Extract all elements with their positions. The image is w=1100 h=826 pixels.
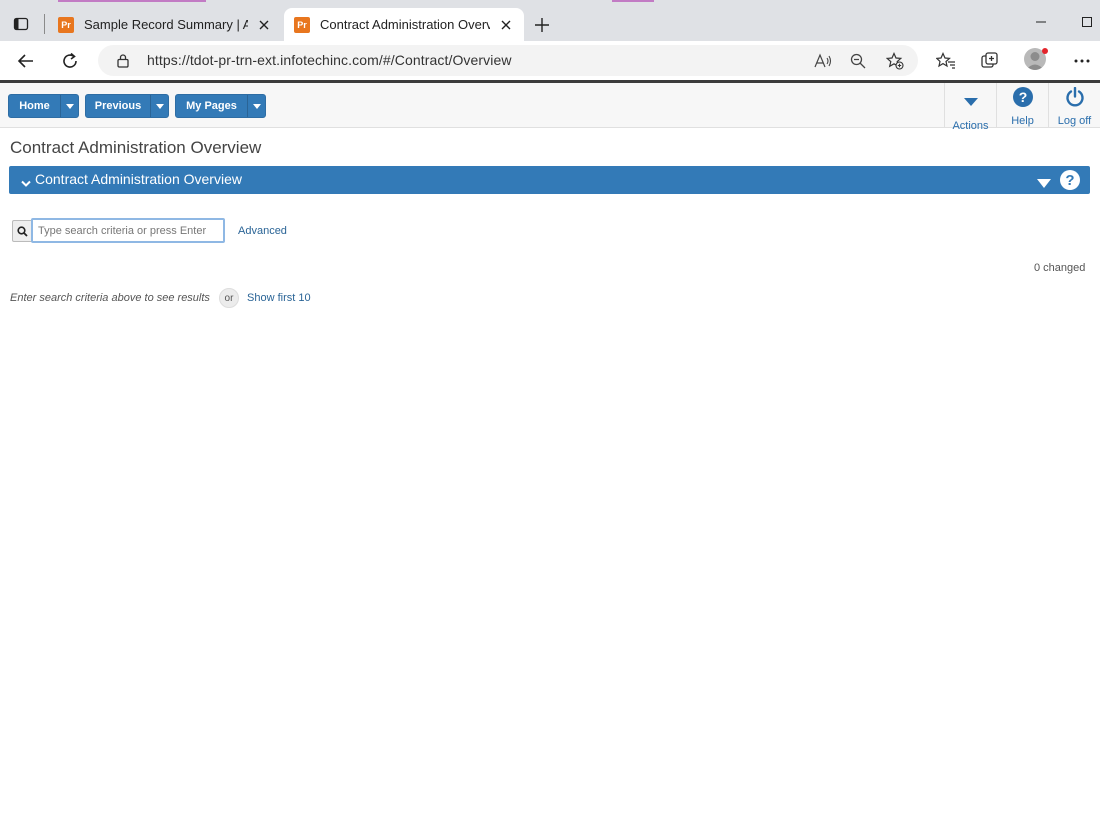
tab-actions-menu-icon[interactable] (9, 12, 33, 36)
actions-caret-icon (963, 93, 978, 111)
help-label: Help (1011, 115, 1034, 127)
lock-icon[interactable] (116, 53, 130, 73)
maximize-window-icon[interactable] (1077, 12, 1097, 32)
section-header-bar[interactable]: Contract Administration Overview ? (9, 166, 1090, 194)
tab-group-accent (612, 0, 654, 2)
tab-separator (44, 14, 45, 34)
section-title: Contract Administration Overview (35, 171, 242, 187)
section-menu-caret-icon[interactable] (1037, 175, 1051, 193)
favorites-icon[interactable] (934, 49, 958, 73)
close-tab-icon[interactable] (256, 17, 272, 33)
zoom-out-icon[interactable] (847, 50, 869, 72)
power-icon (1065, 86, 1085, 112)
collections-icon[interactable] (978, 49, 1002, 73)
changed-count: 0 changed (1034, 262, 1086, 274)
advanced-search-link[interactable]: Advanced (238, 225, 287, 237)
home-button[interactable]: Home (9, 95, 60, 117)
home-dropdown-caret-icon[interactable] (60, 95, 78, 117)
my-pages-button[interactable]: My Pages (176, 95, 247, 117)
project-favicon-icon: Pr (58, 16, 74, 33)
log-off-button[interactable]: Log off (1048, 83, 1100, 127)
url-omnibox[interactable]: https://tdot-pr-trn-ext.infotechinc.com/… (98, 45, 918, 76)
notification-dot (1042, 48, 1048, 54)
mypages-split-button: My Pages (175, 94, 266, 118)
project-favicon-icon: Pr (294, 16, 310, 33)
previous-button[interactable]: Previous (86, 95, 150, 117)
mypages-dropdown-caret-icon[interactable] (247, 95, 265, 117)
search-input[interactable] (31, 218, 225, 243)
add-favorite-icon[interactable] (884, 50, 906, 72)
home-split-button: Home (8, 94, 79, 118)
help-button[interactable]: ? Help (996, 83, 1048, 127)
actions-label: Actions (952, 120, 989, 132)
previous-split-button: Previous (85, 94, 169, 118)
log-off-label: Log off (1057, 115, 1092, 127)
search-icon[interactable] (12, 220, 32, 242)
tab-group-accent (58, 0, 206, 2)
tab-title: Contract Administration Overview (320, 17, 490, 32)
app-toolbar: Home Previous My Pages Actions ? Help Lo… (0, 83, 1100, 132)
page-title: Contract Administration Overview (10, 138, 262, 157)
back-arrow-icon[interactable] (13, 48, 39, 74)
close-tab-icon[interactable] (498, 17, 514, 33)
read-aloud-icon[interactable] (812, 50, 834, 72)
browser-tab-strip: Pr Sample Record Summary | AASH Pr Contr… (0, 0, 1100, 41)
actions-menu-button[interactable]: Actions (944, 83, 996, 132)
toolbar-right-actions: Actions ? Help Log off (944, 83, 1100, 132)
more-options-icon[interactable] (1070, 49, 1094, 73)
new-tab-plus-icon[interactable] (530, 13, 554, 37)
browser-tab-contract-overview[interactable]: Pr Contract Administration Overview (284, 8, 524, 41)
minimize-window-icon[interactable] (1031, 12, 1051, 32)
help-circle-icon: ? (1012, 87, 1033, 112)
svg-text:?: ? (1018, 89, 1027, 105)
show-first-10-link[interactable]: Show first 10 (247, 292, 311, 304)
browser-tab-record-summary[interactable]: Pr Sample Record Summary | AASH (48, 8, 282, 41)
browser-address-bar: https://tdot-pr-trn-ext.infotechinc.com/… (0, 41, 1100, 80)
refresh-icon[interactable] (57, 48, 83, 74)
tab-title: Sample Record Summary | AASH (84, 17, 248, 32)
collapse-chevron-icon[interactable] (21, 175, 31, 193)
url-text[interactable]: https://tdot-pr-trn-ext.infotechinc.com/… (147, 52, 512, 68)
section-help-icon[interactable]: ? (1060, 170, 1080, 190)
previous-dropdown-caret-icon[interactable] (150, 95, 168, 117)
or-separator-badge: or (219, 288, 239, 308)
search-hint-text: Enter search criteria above to see resul… (10, 292, 210, 304)
